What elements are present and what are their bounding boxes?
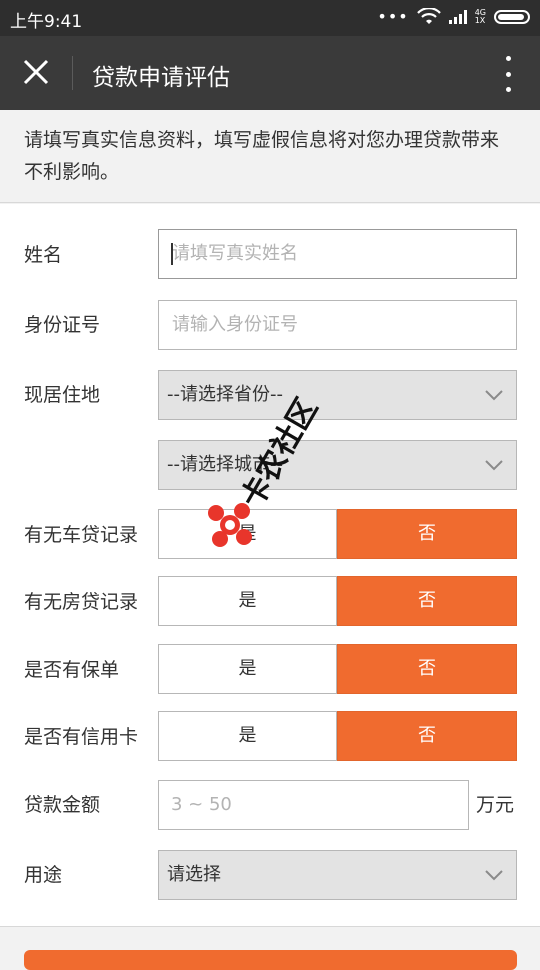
name-input[interactable]: 请填写真实姓名 [158, 229, 517, 279]
purpose-select-value: 请选择 [167, 864, 221, 885]
car-loan-label: 有无车贷记录 [24, 524, 139, 546]
insurance-label: 是否有保单 [24, 659, 120, 681]
chevron-down-icon [485, 460, 503, 471]
chevron-down-icon [485, 870, 503, 881]
network-type: 4G 1X [474, 8, 486, 25]
credit-card-toggle: 是 否 [158, 711, 517, 761]
house-loan-no-button[interactable]: 否 [337, 576, 517, 626]
amount-placeholder: 3 ~ 50 [171, 794, 232, 815]
credit-card-yes-button[interactable]: 是 [158, 711, 337, 761]
residence-label: 现居住地 [24, 384, 101, 406]
id-number-label: 身份证号 [24, 314, 101, 336]
close-button[interactable] [16, 52, 56, 92]
province-select-value: --请选择省份-- [167, 384, 283, 405]
notification-dots-icon: ••• [377, 7, 409, 26]
chevron-down-icon [485, 390, 503, 401]
name-label: 姓名 [24, 244, 63, 266]
signal-icon [448, 10, 467, 24]
status-icons: ••• 4G 1X [377, 8, 530, 26]
car-loan-yes-button[interactable]: 是 [158, 509, 337, 559]
house-loan-toggle: 是 否 [158, 576, 517, 626]
page-title: 贷款申请评估 [92, 65, 230, 91]
more-vertical-icon [505, 56, 511, 61]
province-select[interactable]: --请选择省份-- [158, 370, 517, 420]
amount-label: 贷款金额 [24, 794, 101, 816]
notice-text: 请填写真实信息资料，填写虚假信息将对您办理贷款带来不利影响。 [0, 110, 540, 203]
purpose-select[interactable]: 请选择 [158, 850, 517, 900]
insurance-toggle: 是 否 [158, 644, 517, 694]
city-select-value: --请选择城市-- [167, 454, 283, 475]
car-loan-no-button[interactable]: 否 [337, 509, 517, 559]
amount-input[interactable]: 3 ~ 50 [158, 780, 469, 830]
insurance-yes-button[interactable]: 是 [158, 644, 337, 694]
credit-card-no-button[interactable]: 否 [337, 711, 517, 761]
more-button[interactable] [498, 56, 518, 92]
car-loan-toggle: 是 否 [158, 509, 517, 559]
name-placeholder: 请填写真实姓名 [172, 243, 298, 264]
id-number-placeholder: 请输入身份证号 [172, 314, 298, 335]
insurance-no-button[interactable]: 否 [337, 644, 517, 694]
loan-form: 姓名 请填写真实姓名 身份证号 请输入身份证号 现居住地 --请选择省份-- -… [0, 204, 540, 927]
house-loan-label: 有无房贷记录 [24, 591, 139, 613]
house-loan-yes-button[interactable]: 是 [158, 576, 337, 626]
battery-icon [494, 10, 530, 24]
id-number-input[interactable]: 请输入身份证号 [158, 300, 517, 350]
wifi-icon [416, 8, 441, 24]
amount-unit: 万元 [476, 794, 515, 816]
status-time: 上午9:41 [10, 12, 83, 32]
status-bar: 上午9:41 ••• 4G 1X [0, 0, 540, 36]
app-bar-divider [72, 56, 73, 90]
app-bar: 贷款申请评估 [0, 36, 540, 110]
credit-card-label: 是否有信用卡 [24, 726, 139, 748]
purpose-label: 用途 [24, 864, 63, 886]
close-icon [23, 59, 49, 85]
submit-button[interactable] [24, 950, 517, 970]
city-select[interactable]: --请选择城市-- [158, 440, 517, 490]
text-caret [171, 243, 173, 265]
